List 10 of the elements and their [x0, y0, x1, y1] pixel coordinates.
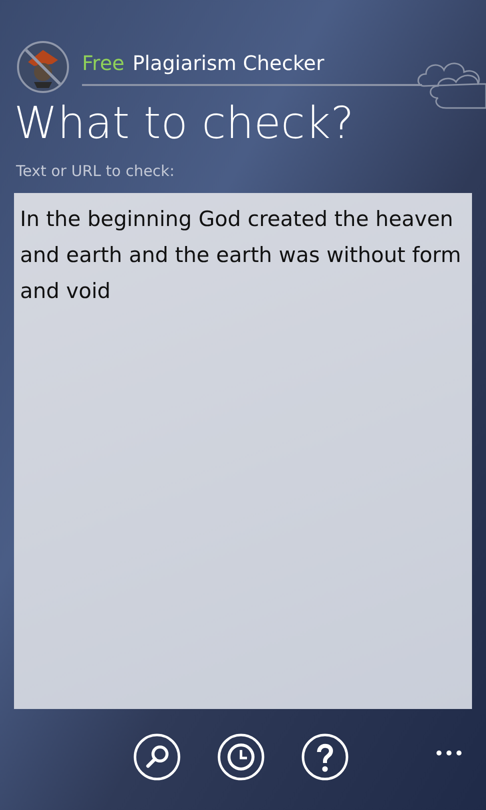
more-icon[interactable]	[436, 750, 462, 756]
app-title: Plagiarism Checker	[132, 50, 324, 77]
field-label: Text or URL to check:	[16, 161, 176, 182]
search-icon[interactable]	[133, 732, 181, 780]
help-icon[interactable]	[301, 732, 349, 780]
clock-icon[interactable]	[217, 732, 265, 780]
text-input-field[interactable]: In the beginning God created the heaven and earth and the earth was without form and void	[14, 192, 472, 708]
edition-label: Free	[82, 50, 124, 77]
page-heading: What to check?	[14, 97, 355, 151]
logo-icon	[16, 40, 70, 94]
